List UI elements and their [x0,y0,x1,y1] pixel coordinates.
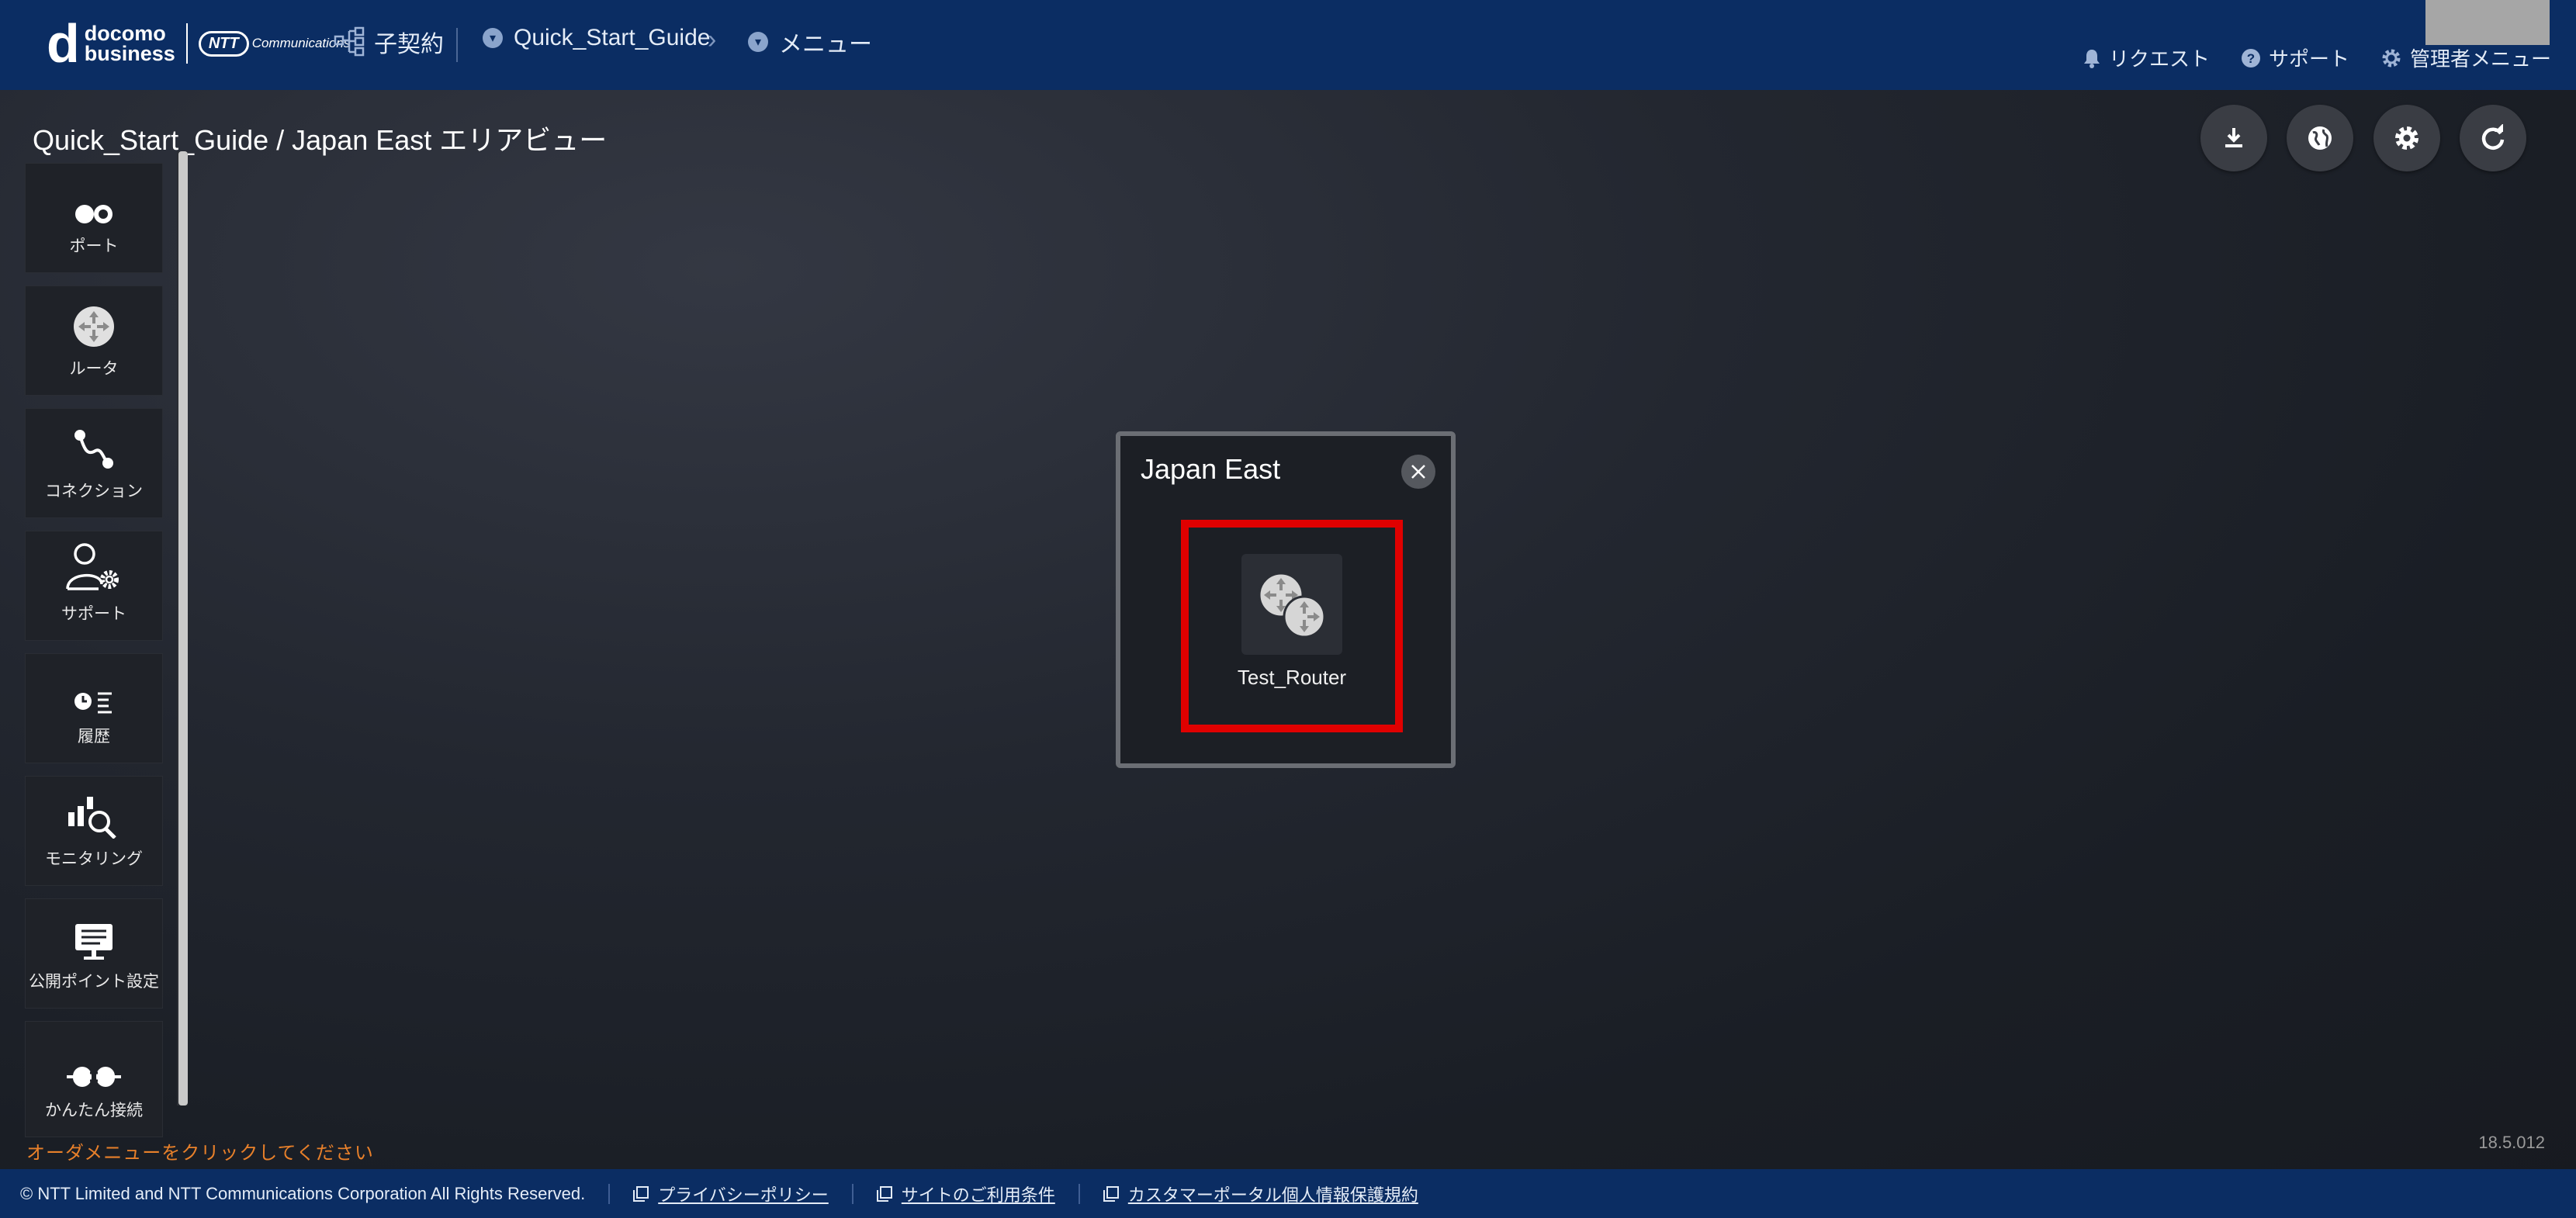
sidebar-item-public-point[interactable]: 公開ポイント設定 [25,898,163,1009]
close-button[interactable] [1401,455,1435,489]
contract-label: 子契約 [374,32,444,57]
footer-divider [1078,1183,1080,1204]
router-icon [72,305,116,348]
breadcrumb-menu-label: メニュー [779,32,872,57]
request-link[interactable]: リクエスト [2083,43,2210,72]
privacy-policy-link[interactable]: プライバシーポリシー [633,1182,829,1206]
top-header: d docomo business NTT Communications 子契約… [0,0,2576,90]
external-link-icon [1103,1185,1119,1202]
sidebar-item-connection[interactable]: コネクション [25,408,163,518]
logo-line2: business [84,42,175,65]
sidebar-item-label: ポート [69,237,119,255]
sidebar-item-label: 公開ポイント設定 [29,973,159,991]
logo-separator [185,23,188,64]
sidebar-item-port[interactable]: ポート [25,163,163,273]
logo-line1: docomo [84,22,166,45]
logo-words: docomo business [85,23,175,64]
support-link[interactable]: ? サポート [2241,43,2349,72]
tree-icon [334,26,365,57]
ntt-oval: NTT [198,30,249,57]
port-icon [73,202,115,226]
gear-icon [2395,126,2418,150]
customer-privacy-label: カスタマーポータル個人情報保護規約 [1127,1185,1418,1205]
bell-icon [2083,48,2101,68]
router-pair-icon [1258,572,1326,638]
header-right-links: リクエスト ? サポート 管理者メニュー [2051,43,2551,72]
globe-button[interactable] [2287,105,2353,171]
monitoring-icon [67,795,121,839]
external-link-icon [633,1185,649,1202]
header-divider [456,28,458,62]
help-icon: ? [2241,48,2261,68]
svg-text:?: ? [2247,51,2255,66]
sidebar-item-label: ルータ [69,360,119,378]
plug-icon [67,1064,121,1090]
privacy-policy-label: プライバシーポリシー [658,1185,829,1205]
monitor-icon [73,922,115,961]
breadcrumb-guide-label: Quick_Start_Guide [514,25,711,50]
customer-privacy-link[interactable]: カスタマーポータル個人情報保護規約 [1103,1182,1418,1206]
sidebar-item-monitoring[interactable]: モニタリング [25,776,163,886]
sidebar-item-support[interactable]: サポート [25,531,163,641]
ntt-communications-logo: NTT Communications [198,29,350,57]
router-tile[interactable] [1241,554,1342,655]
popup-title: Japan East [1141,453,1281,485]
download-button[interactable] [2200,105,2267,171]
version-label: 18.5.012 [2478,1133,2545,1152]
docomo-business-logo[interactable]: d docomo business NTT Communications [47,13,350,74]
sidebar-item-label: かんたん接続 [45,1102,143,1119]
sidebar-item-label: モニタリング [45,850,143,868]
footer: © NTT Limited and NTT Communications Cor… [0,1169,2576,1218]
sidebar-item-easy-connect[interactable]: かんたん接続 [25,1021,163,1137]
admin-menu-link[interactable]: 管理者メニュー [2380,43,2551,72]
chevron-down-icon: ▾ [748,32,768,52]
terms-link[interactable]: サイトのご利用条件 [876,1182,1055,1206]
breadcrumb-guide[interactable]: ▾ Quick_Start_Guide [483,25,710,51]
gear-icon [2380,47,2402,69]
contract-nav[interactable]: 子契約 [334,25,444,59]
sidebar-item-label: 履歴 [78,728,110,746]
globe-icon [2308,126,2332,150]
settings-button[interactable] [2373,105,2440,171]
external-link-icon [876,1185,892,1202]
sidebar-item-router[interactable]: ルータ [25,285,163,396]
router-name: Test_Router [1237,666,1347,689]
admin-label: 管理者メニュー [2409,47,2551,71]
area-popup: Japan East Test_Router [1116,431,1456,768]
sidebar-scrollbar-thumb[interactable] [178,151,188,1106]
chevron-right-icon: › [708,25,717,54]
logo-d: d [47,13,80,74]
router-card[interactable]: Test_Router [1181,520,1403,732]
footer-divider [608,1183,611,1204]
sidebar-item-label: コネクション [45,483,143,500]
request-label: リクエスト [2108,47,2210,71]
chevron-down-icon: ▾ [483,28,503,48]
history-icon [73,690,115,716]
user-avatar-box[interactable] [2425,0,2550,45]
footer-divider [851,1183,853,1204]
close-icon [1411,465,1425,479]
order-instruction: オーダメニューをクリックしてください [26,1143,374,1164]
breadcrumb-menu[interactable]: ▾ メニュー [748,25,872,59]
support-label: サポート [2268,47,2349,71]
refresh-icon [2481,124,2505,150]
download-icon [2225,128,2242,147]
support-user-icon [64,542,123,593]
connection-icon [72,427,116,471]
sidebar-item-label: サポート [61,605,126,623]
refresh-button[interactable] [2460,105,2526,171]
sidebar-item-history[interactable]: 履歴 [25,653,163,763]
terms-label: サイトのご利用条件 [901,1185,1055,1205]
page-title: Quick_Start_Guide / Japan East エリアビュー [33,124,608,156]
copyright: © NTT Limited and NTT Communications Cor… [20,1183,586,1203]
